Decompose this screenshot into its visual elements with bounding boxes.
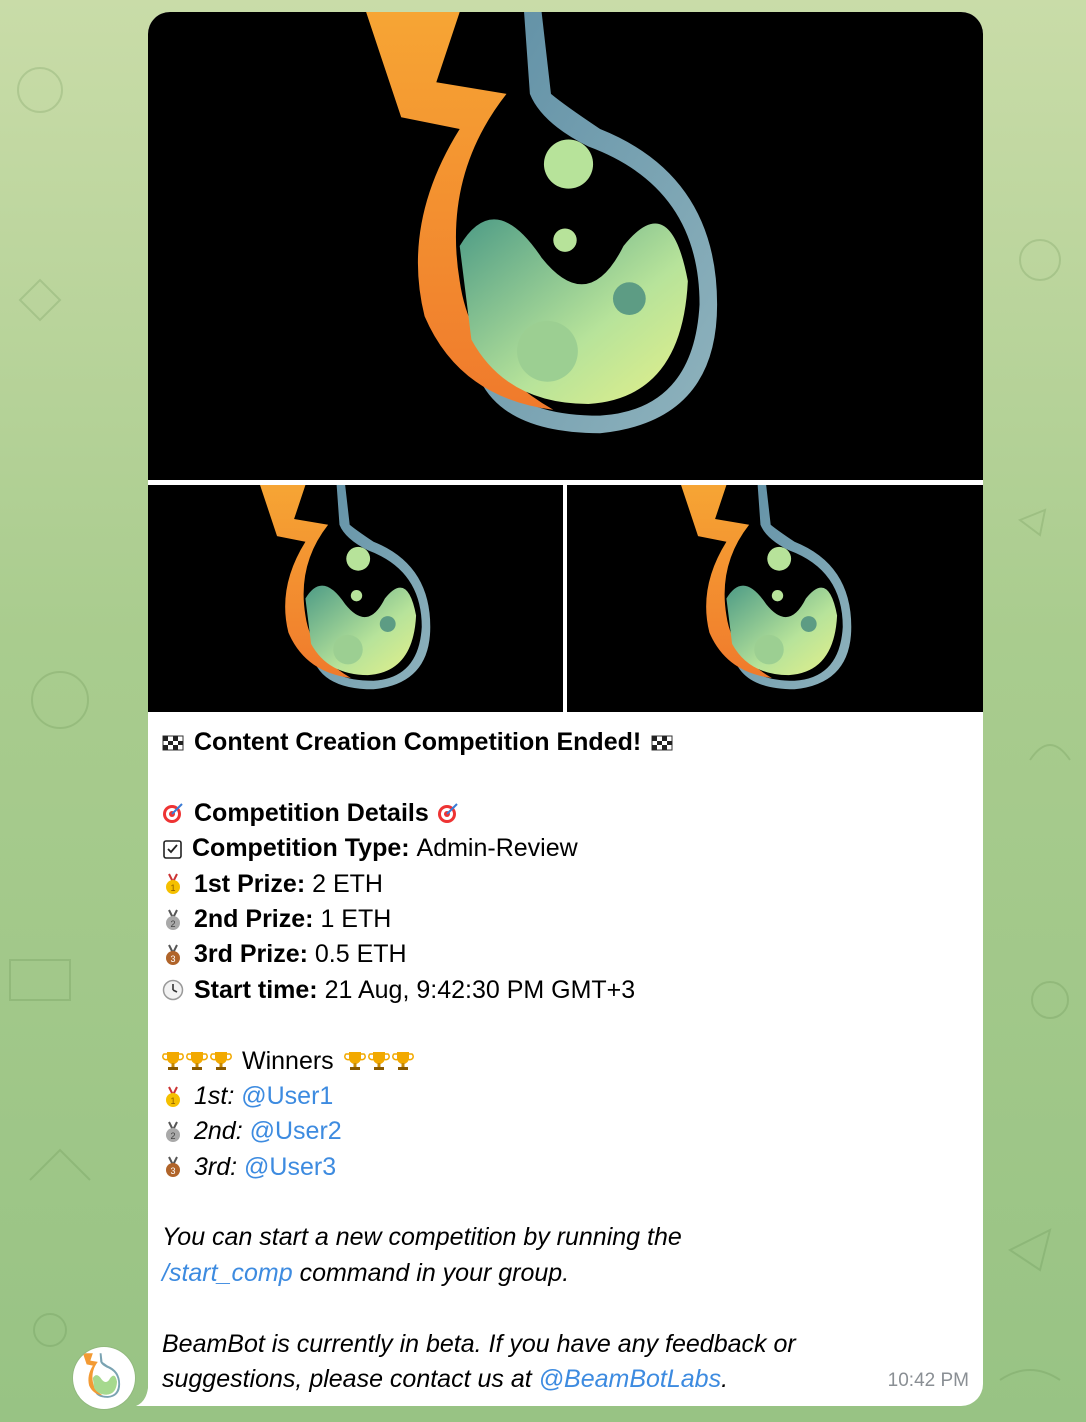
- message-timestamp: 10:42 PM: [887, 1370, 969, 1391]
- beambotlabs-mention-link[interactable]: @BeamBotLabs: [539, 1365, 721, 1393]
- footer-beta-paragraph: BeamBot is currently in beta. If you hav…: [162, 1327, 882, 1398]
- silver-medal-icon: 2: [166, 909, 180, 930]
- trophy-icon: [343, 1052, 366, 1071]
- prize1-value: 2 ETH: [312, 869, 383, 898]
- beambot-logo-image: [681, 485, 852, 690]
- bronze-medal-icon: 3: [166, 944, 180, 966]
- footer1-text-a: You can start a new competition by runni…: [162, 1223, 682, 1252]
- footer1-text-b: command in your group.: [299, 1258, 570, 1287]
- svg-text:3: 3: [170, 1166, 175, 1176]
- direct-hit-icon: [437, 803, 458, 824]
- trophy-icon: [210, 1052, 232, 1071]
- svg-text:2: 2: [170, 919, 175, 929]
- message-bubble: Content Creation Competition Ended! Comp…: [148, 12, 983, 1406]
- details-heading-line: Competition Details: [162, 796, 972, 831]
- svg-text:2: 2: [170, 1131, 175, 1141]
- prize3-value: 0.5 ETH: [314, 940, 407, 969]
- details-heading: Competition Details: [194, 798, 429, 827]
- gold-medal-icon: 1: [166, 1086, 180, 1107]
- prize1-label: 1st Prize:: [194, 869, 306, 898]
- photo-small-right[interactable]: [567, 485, 983, 712]
- trophy-icon: [391, 1052, 414, 1071]
- footer2-text-b: .: [721, 1365, 729, 1394]
- footer-command-paragraph: You can start a new competition by runni…: [162, 1220, 802, 1291]
- prize2-line: 2 2nd Prize: 1 ETH: [162, 902, 972, 937]
- bubble-tail: [136, 1388, 148, 1406]
- winners-heading-line: Winners: [162, 1044, 972, 1079]
- prize2-value: 1 ETH: [320, 904, 392, 933]
- winner1-mention-link[interactable]: @User1: [241, 1079, 333, 1114]
- prize3-label: 3rd Prize:: [194, 940, 308, 969]
- bronze-medal-icon: 3: [166, 1156, 180, 1178]
- check-box-icon: [163, 840, 182, 859]
- message-title: Content Creation Competition Ended!: [194, 728, 642, 756]
- bot-avatar[interactable]: [73, 1347, 135, 1409]
- trophy-icon: [162, 1052, 184, 1071]
- type-label: Competition Type:: [192, 834, 410, 863]
- start-label: Start time:: [194, 975, 318, 1004]
- winner3-mention-link[interactable]: @User3: [244, 1150, 336, 1185]
- beambot-avatar-icon: [82, 1353, 121, 1398]
- start-time-line: Start time: 21 Aug, 9:42:30 PM GMT+3: [162, 973, 972, 1008]
- start-comp-command-link[interactable]: /start_comp: [162, 1259, 293, 1287]
- start-value: 21 Aug, 9:42:30 PM GMT+3: [324, 975, 636, 1004]
- checkered-flag-icon: [651, 735, 673, 751]
- prize2-label: 2nd Prize:: [194, 904, 314, 933]
- svg-text:3: 3: [170, 954, 175, 964]
- type-value: Admin-Review: [416, 834, 578, 863]
- beambot-logo-image: [366, 12, 718, 434]
- gold-medal-icon: 1: [166, 873, 180, 895]
- winner2-mention-link[interactable]: @User2: [250, 1114, 342, 1149]
- beambot-logo-image: [260, 485, 431, 690]
- type-line: Competition Type: Admin-Review: [162, 831, 972, 866]
- winner2-place: 2nd:: [194, 1117, 243, 1146]
- checkered-flag-icon: [162, 735, 184, 751]
- winners-heading: Winners: [242, 1046, 334, 1075]
- photo-small-left[interactable]: [148, 485, 563, 712]
- direct-hit-icon: [163, 803, 183, 824]
- title-line: Content Creation Competition Ended!: [162, 725, 972, 760]
- silver-medal-icon: 2: [166, 1121, 180, 1142]
- winner1-place: 1st:: [194, 1081, 235, 1110]
- trophy-icon: [186, 1052, 208, 1071]
- trophy-icon: [367, 1052, 390, 1071]
- winner3-place: 3rd:: [194, 1152, 238, 1181]
- winner2-line: 2 2nd: @User2: [162, 1114, 972, 1149]
- winner1-line: 1 1st: @User1: [162, 1079, 972, 1114]
- message-text: Content Creation Competition Ended! Comp…: [162, 725, 972, 1397]
- prize3-line: 3 3rd Prize: 0.5 ETH: [162, 937, 972, 972]
- photo-large[interactable]: [148, 12, 983, 480]
- clock-icon: [162, 980, 184, 1001]
- prize1-line: 1 1st Prize: 2 ETH: [162, 867, 972, 902]
- winner3-line: 3 3rd: @User3: [162, 1150, 972, 1185]
- svg-text:1: 1: [170, 1096, 175, 1106]
- svg-text:1: 1: [170, 883, 175, 893]
